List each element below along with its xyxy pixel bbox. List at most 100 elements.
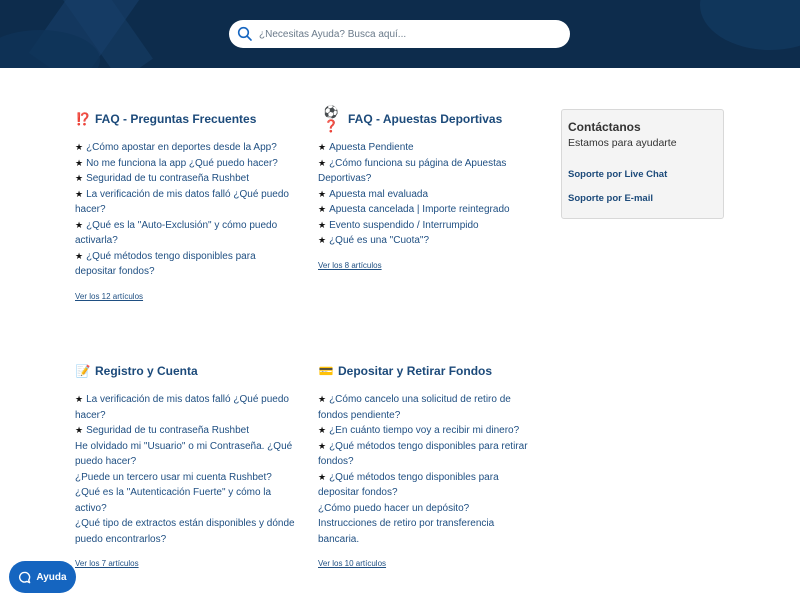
article-link[interactable]: ★ Apuesta mal evaluada (318, 187, 538, 203)
view-all-articles-link[interactable]: Ver los 12 artículos (75, 292, 143, 301)
article-link[interactable]: ★ ¿Cómo apostar en deportes desde la App? (75, 140, 295, 156)
article-title[interactable]: ¿Qué es la "Auto-Exclusión" y cómo puedo… (75, 220, 277, 247)
article-list: ★ ¿Cómo cancelo una solicitud de retiro d… (318, 392, 538, 547)
memo-icon: 📝 (75, 364, 91, 378)
article-link[interactable]: ★ La verificación de mis datos falló ¿Qué… (75, 187, 295, 218)
article-link[interactable]: ¿Qué tipo de extractos están disponibles… (75, 516, 295, 547)
article-title[interactable]: ¿Qué es una "Cuota"? (329, 235, 429, 246)
article-title[interactable]: Seguridad de tu contraseña Rushbet (86, 173, 249, 184)
article-link[interactable]: ¿Cómo puedo hacer un depósito? (318, 501, 538, 517)
article-list: ★ La verificación de mis datos falló ¿Qué… (75, 392, 295, 547)
section-title-text[interactable]: FAQ - Apuestas Deportivas (348, 112, 502, 126)
article-title[interactable]: No me funciona la app ¿Qué puedo hacer? (86, 158, 278, 169)
star-icon: ★ (75, 394, 84, 404)
star-icon: ★ (318, 188, 327, 199)
article-link[interactable]: ★ ¿Qué es una "Cuota"? (318, 233, 538, 249)
credit-card-icon: 💳 (318, 364, 334, 378)
article-title[interactable]: Seguridad de tu contraseña Rushbet (86, 425, 249, 436)
article-list: ★ ¿Cómo apostar en deportes desde la App?… (75, 140, 295, 280)
star-icon: ★ (318, 471, 327, 482)
star-icon: ★ (318, 142, 327, 152)
search-icon (237, 26, 252, 41)
article-link[interactable]: Instrucciones de retiro por transferenci… (318, 516, 538, 547)
star-icon: ★ (75, 250, 84, 261)
article-title[interactable]: Apuesta cancelada | Importe reintegrado (329, 204, 510, 215)
section-title[interactable]: 📝 Registro y Cuenta (75, 362, 295, 380)
star-icon: ★ (75, 188, 84, 199)
article-title[interactable]: ¿Qué es la "Autenticación Fuerte" y cómo… (75, 487, 271, 514)
section-title[interactable]: ⚽❓ FAQ - Apuestas Deportivas (318, 105, 538, 133)
article-title[interactable]: ¿Cómo cancelo una solicitud de retiro de… (318, 394, 511, 421)
article-link[interactable]: ★ ¿Cómo funciona su página de Apuestas De… (318, 156, 538, 187)
live-chat-link[interactable]: Soporte por Live Chat (568, 169, 717, 180)
chat-bubble-icon (19, 571, 31, 583)
view-all-articles-link[interactable]: Ver los 7 artículos (75, 559, 139, 568)
article-title[interactable]: ¿Qué métodos tengo disponibles para depo… (75, 251, 256, 278)
article-list: ★ Apuesta Pendiente ★ ¿Cómo funciona su pág… (318, 140, 538, 249)
article-link[interactable]: ★ La verificación de mis datos falló ¿Qué… (75, 392, 295, 423)
section-sports-betting: ⚽❓ FAQ - Apuestas Deportivas ★ Apuesta Pe… (318, 105, 538, 273)
question-exclamation-icon: ⁉️ (75, 112, 91, 126)
article-link[interactable]: ★ Seguridad de tu contraseña Rushbet (75, 423, 295, 439)
section-faq: ⁉️ FAQ - Preguntas Frecuentes ★ ¿Cómo apo… (75, 110, 295, 304)
section-title[interactable]: 💳 Depositar y Retirar Fondos (318, 362, 538, 380)
article-link[interactable]: ★ ¿En cuánto tiempo voy a recibir mi dine… (318, 423, 538, 439)
section-title-text[interactable]: Registro y Cuenta (95, 364, 198, 378)
view-all-articles-link[interactable]: Ver los 10 artículos (318, 559, 386, 568)
contact-panel: Contáctanos Estamos para ayudarte Soport… (561, 109, 724, 219)
article-title[interactable]: Apuesta Pendiente (329, 142, 414, 153)
article-link[interactable]: ★ No me funciona la app ¿Qué puedo hacer? (75, 156, 295, 172)
section-title-text[interactable]: Depositar y Retirar Fondos (338, 364, 492, 378)
article-title[interactable]: Evento suspendido / Interrumpido (329, 220, 479, 231)
article-title[interactable]: He olvidado mi "Usuario" o mi Contraseña… (75, 441, 292, 468)
header-banner (0, 0, 800, 68)
article-link[interactable]: ¿Puede un tercero usar mi cuenta Rushbet… (75, 470, 295, 486)
star-icon: ★ (318, 219, 327, 230)
soccer-ball-icon: ⚽❓ (323, 105, 339, 133)
article-title[interactable]: ¿En cuánto tiempo voy a recibir mi diner… (329, 425, 519, 436)
contact-title: Contáctanos (568, 120, 641, 134)
star-icon: ★ (318, 440, 327, 451)
article-title[interactable]: La verificación de mis datos falló ¿Qué … (75, 189, 289, 216)
article-link[interactable]: ★ ¿Qué métodos tengo disponibles para ret… (318, 439, 538, 470)
star-icon: ★ (75, 173, 84, 183)
article-title[interactable]: ¿Cómo funciona su página de Apuestas Dep… (318, 158, 506, 185)
search-box[interactable] (229, 20, 570, 48)
article-title[interactable]: ¿Qué métodos tengo disponibles para reti… (318, 441, 528, 468)
article-link[interactable]: ★ ¿Qué es la "Auto-Exclusión" y cómo pued… (75, 218, 295, 249)
star-icon: ★ (75, 219, 84, 230)
article-title[interactable]: Instrucciones de retiro por transferenci… (318, 518, 494, 545)
help-button[interactable]: Ayuda (9, 561, 76, 593)
section-title-text[interactable]: FAQ - Preguntas Frecuentes (95, 112, 256, 126)
article-link[interactable]: ★ ¿Qué métodos tengo disponibles para dep… (318, 470, 538, 501)
article-link[interactable]: ★ ¿Cómo cancelo una solicitud de retiro d… (318, 392, 538, 423)
section-registration: 📝 Registro y Cuenta ★ La verificación de … (75, 362, 295, 571)
section-deposit-withdraw: 💳 Depositar y Retirar Fondos ★ ¿Cómo canc… (318, 362, 538, 571)
article-title[interactable]: La verificación de mis datos falló ¿Qué … (75, 394, 289, 421)
article-link[interactable]: ★ Apuesta Pendiente (318, 140, 538, 156)
search-input[interactable] (259, 28, 559, 40)
view-all-articles-link[interactable]: Ver los 8 artículos (318, 261, 382, 270)
article-link[interactable]: ★ Seguridad de tu contraseña Rushbet (75, 171, 295, 187)
contact-subtitle: Estamos para ayudarte (568, 137, 677, 149)
article-link[interactable]: He olvidado mi "Usuario" o mi Contraseña… (75, 439, 295, 470)
article-title[interactable]: ¿Puede un tercero usar mi cuenta Rushbet… (75, 472, 272, 483)
article-title[interactable]: ¿Cómo apostar en deportes desde la App? (86, 142, 277, 153)
banner-decoration (700, 0, 800, 50)
article-link[interactable]: ★ Evento suspendido / Interrumpido (318, 218, 538, 234)
article-title[interactable]: Apuesta mal evaluada (329, 189, 428, 200)
star-icon: ★ (318, 157, 327, 168)
article-link[interactable]: ★ Apuesta cancelada | Importe reintegrado (318, 202, 538, 218)
star-icon: ★ (75, 142, 84, 152)
article-title[interactable]: ¿Qué tipo de extractos están disponibles… (75, 518, 295, 545)
star-icon: ★ (318, 204, 327, 214)
article-title[interactable]: ¿Cómo puedo hacer un depósito? (318, 503, 469, 514)
article-title[interactable]: ¿Qué métodos tengo disponibles para depo… (318, 472, 499, 499)
email-support-link[interactable]: Soporte por E-mail (568, 193, 717, 204)
star-icon: ★ (318, 425, 327, 435)
star-icon: ★ (318, 394, 327, 404)
section-title[interactable]: ⁉️ FAQ - Preguntas Frecuentes (75, 110, 295, 128)
help-button-label: Ayuda (36, 571, 67, 583)
article-link[interactable]: ★ ¿Qué métodos tengo disponibles para dep… (75, 249, 295, 280)
article-link[interactable]: ¿Qué es la "Autenticación Fuerte" y cómo… (75, 485, 295, 516)
